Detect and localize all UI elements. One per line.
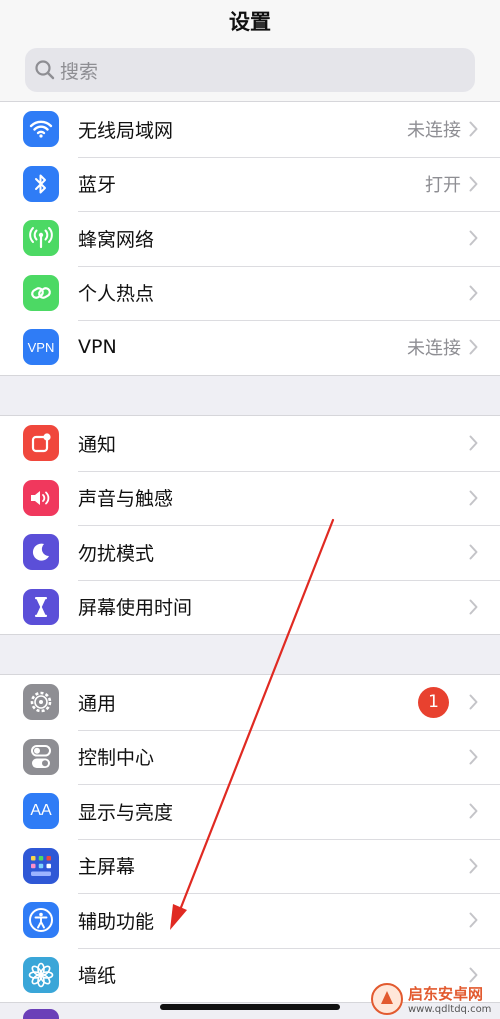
settings-row-label: 辅助功能 — [78, 910, 155, 933]
settings-row-display-brightness[interactable]: AA 显示与亮度 — [0, 784, 500, 839]
settings-row-accessibility[interactable]: 辅助功能 — [0, 893, 500, 948]
settings-row-do-not-disturb[interactable]: 勿扰模式 — [0, 525, 500, 580]
accessibility-icon — [23, 902, 59, 939]
settings-row-label: 个人热点 — [78, 283, 155, 306]
settings-row-label: 显示与亮度 — [78, 801, 174, 824]
gear-icon — [23, 684, 59, 721]
settings-row-notifications[interactable]: 通知 — [0, 416, 500, 471]
chevron-right-icon — [469, 544, 478, 560]
settings-row-label: 勿扰模式 — [78, 542, 155, 565]
home-indicator — [160, 1004, 340, 1010]
settings-row-hotspot[interactable]: 个人热点 — [0, 265, 500, 321]
flower-icon — [23, 956, 59, 993]
chevron-right-icon — [469, 339, 478, 355]
chevron-right-icon — [469, 749, 478, 765]
settings-row-cellular[interactable]: 蜂窝网络 — [0, 211, 500, 266]
toggle-switches-icon — [23, 738, 59, 775]
settings-row-label: 通用 — [78, 692, 117, 715]
notification-icon — [23, 425, 59, 462]
search-icon — [35, 60, 55, 80]
settings-row-wifi[interactable]: 无线局域网 未连接 — [0, 102, 500, 157]
settings-row-label: 无线局域网 — [78, 119, 174, 142]
page-title: 设置 — [229, 10, 271, 34]
settings-row-bluetooth[interactable]: 蓝牙 打开 — [0, 156, 500, 212]
settings-row-value: 打开 — [425, 174, 461, 196]
hourglass-icon — [23, 588, 59, 625]
speaker-icon — [23, 479, 59, 516]
text-size-icon-text: AA — [30, 802, 52, 820]
settings-row-label: 主屏幕 — [78, 856, 136, 879]
vpn-icon-text: VPN — [27, 339, 55, 355]
settings-row-label: VPN — [78, 336, 117, 359]
general-group: 通用 1 控制中心 AA 显示与亮度 主屏幕 辅助功能 墙纸 — [0, 674, 500, 1003]
settings-row-label: 屏幕使用时间 — [78, 597, 193, 620]
chevron-right-icon — [469, 230, 478, 246]
search-placeholder: 搜索 — [60, 60, 99, 83]
settings-row-value: 未连接 — [407, 338, 461, 360]
chevron-right-icon — [469, 490, 478, 506]
moon-icon — [23, 534, 59, 571]
chevron-right-icon — [469, 694, 478, 710]
chevron-right-icon — [469, 803, 478, 819]
settings-row-control-center[interactable]: 控制中心 — [0, 729, 500, 785]
settings-row-value: 未连接 — [407, 120, 461, 142]
chevron-right-icon — [469, 285, 478, 301]
settings-row-screen-time[interactable]: 屏幕使用时间 — [0, 579, 500, 635]
text-size-icon: AA — [23, 793, 59, 830]
home-grid-icon — [23, 847, 59, 884]
chevron-right-icon — [469, 121, 478, 137]
watermark-logo-icon — [371, 983, 403, 1015]
watermark: 启东安卓网 www.qdltdq.com — [370, 979, 500, 1019]
chevron-right-icon — [469, 858, 478, 874]
settings-row-home-screen[interactable]: 主屏幕 — [0, 838, 500, 894]
notification-badge: 1 — [418, 686, 449, 718]
chevron-right-icon — [469, 912, 478, 928]
connectivity-group: 无线局域网 未连接 蓝牙 打开 蜂窝网络 个人热点 VPN VPN 未连接 — [0, 101, 500, 376]
wifi-icon — [23, 111, 59, 148]
watermark-url: www.qdltdq.com — [408, 1003, 492, 1015]
search-field[interactable]: 搜索 — [25, 48, 475, 92]
settings-row-vpn[interactable]: VPN VPN 未连接 — [0, 320, 500, 375]
watermark-name: 启东安卓网 — [408, 984, 484, 1003]
notifications-group: 通知 声音与触感 勿扰模式 屏幕使用时间 — [0, 415, 500, 635]
chevron-right-icon — [469, 599, 478, 615]
settings-row-label: 声音与触感 — [78, 488, 174, 511]
vpn-icon: VPN — [23, 329, 59, 366]
chevron-right-icon — [469, 435, 478, 451]
chevron-right-icon — [469, 176, 478, 192]
settings-row-label: 控制中心 — [78, 747, 155, 770]
settings-row-sounds[interactable]: 声音与触感 — [0, 470, 500, 526]
next-row-icon-partial — [23, 1009, 59, 1019]
settings-row-general[interactable]: 通用 1 — [0, 675, 500, 730]
settings-row-label: 蓝牙 — [78, 174, 117, 197]
settings-row-label: 通知 — [78, 433, 117, 456]
settings-row-label: 蜂窝网络 — [78, 228, 155, 251]
antenna-icon — [23, 220, 59, 257]
navigation-bar: 设置 搜索 — [0, 0, 500, 111]
bluetooth-icon — [23, 165, 59, 202]
hotspot-link-icon — [23, 274, 59, 311]
